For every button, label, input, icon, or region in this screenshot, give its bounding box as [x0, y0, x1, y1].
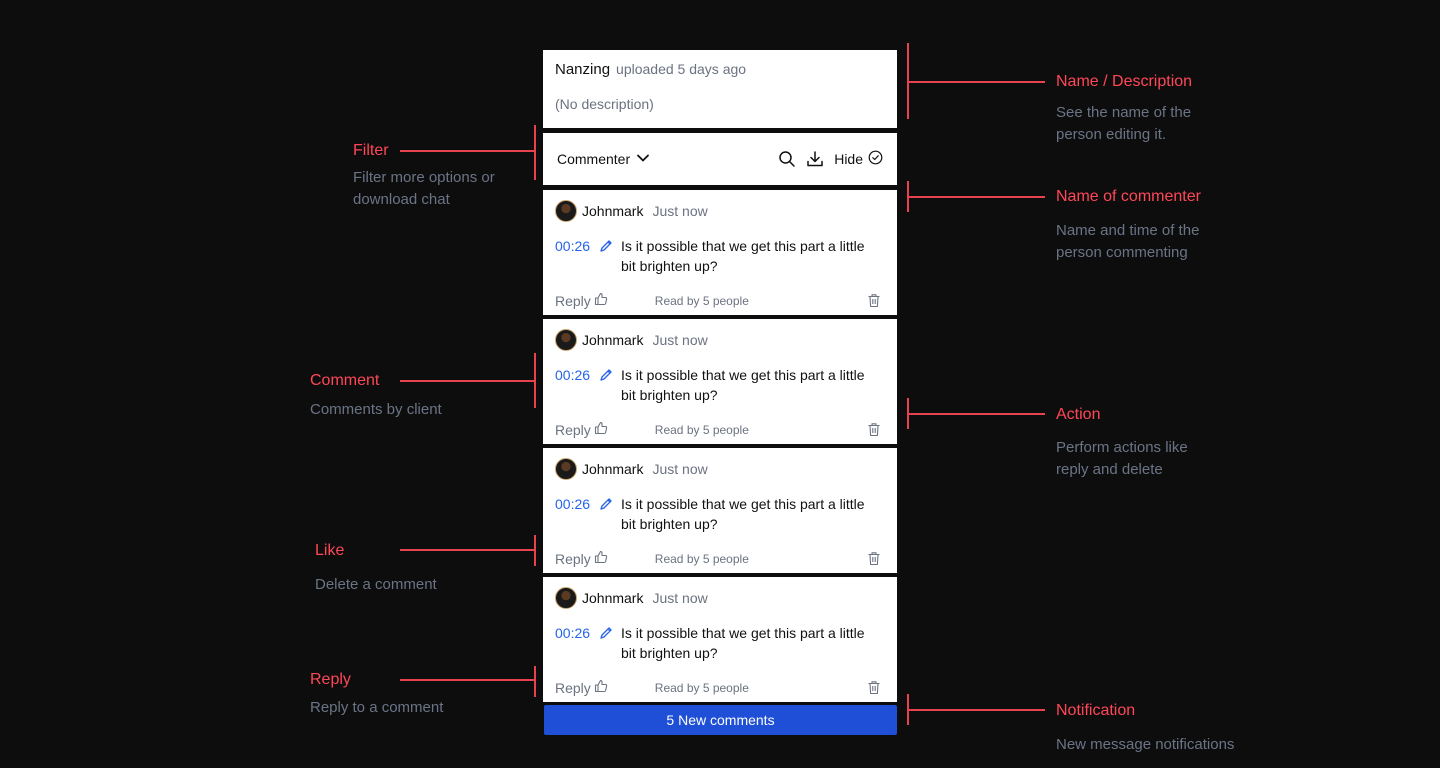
filter-bar: Commenter Hide [543, 133, 897, 185]
reply-button[interactable]: Reply [555, 292, 608, 309]
pen-icon[interactable] [599, 368, 613, 405]
annotation-comment-bracket [534, 353, 536, 408]
commenter-name: Johnmark [582, 203, 644, 219]
annotation-name-description-title: Name / Description [1056, 73, 1193, 90]
commenter-name: Johnmark [582, 590, 644, 606]
comment-time: Just now [652, 332, 708, 348]
annotation-reply-subtitle: Reply to a comment [310, 699, 444, 716]
trash-icon[interactable] [867, 293, 881, 308]
hide-label: Hide [834, 151, 863, 167]
annotation-like-connector [400, 549, 536, 551]
download-icon[interactable] [806, 150, 824, 168]
commenter-filter-label: Commenter [557, 151, 631, 167]
thumbs-up-icon[interactable] [594, 421, 608, 438]
annotation-action-subtitle: Perform actions like reply and delete [1056, 439, 1188, 478]
annotation-action-title: Action [1056, 406, 1101, 423]
trash-icon[interactable] [867, 422, 881, 437]
search-icon[interactable] [778, 150, 796, 168]
comment-timestamp-link[interactable]: 00:26 [555, 367, 595, 405]
avatar [555, 329, 577, 351]
annotation-reply-connector [400, 679, 536, 681]
annotation-commenter-title: Name of commenter [1056, 188, 1201, 205]
trash-icon[interactable] [867, 680, 881, 695]
pen-icon[interactable] [599, 626, 613, 663]
comment-text: Is it possible that we get this part a l… [621, 625, 865, 661]
annotation-name-description-connector [907, 81, 1045, 83]
hide-button[interactable]: Hide [834, 150, 883, 168]
annotation-name-description-subtitle: See the name of the person editing it. [1056, 104, 1192, 143]
thumbs-up-icon[interactable] [594, 550, 608, 567]
commenter-name: Johnmark [582, 332, 644, 348]
avatar [555, 458, 577, 480]
annotation-like-title: Like [315, 542, 345, 559]
commenter-name: Johnmark [582, 461, 644, 477]
uploader-name: Nanzing [555, 61, 611, 78]
annotation-notification-connector [907, 709, 1045, 711]
comment-card: Johnmark Just now 00:26 Is it possible t… [543, 319, 897, 444]
upload-time: uploaded 5 days ago [616, 61, 747, 77]
commenter-filter-dropdown[interactable]: Commenter [557, 151, 650, 168]
chevron-down-icon [636, 151, 650, 168]
comment-card: Johnmark Just now 00:26 Is it possible t… [543, 190, 897, 315]
new-comments-button[interactable]: 5 New comments [544, 705, 897, 735]
video-info-card: Nanzing uploaded 5 days ago (No descript… [543, 50, 897, 128]
reply-button[interactable]: Reply [555, 550, 608, 567]
comment-timestamp-link[interactable]: 00:26 [555, 496, 595, 534]
reply-label: Reply [555, 550, 591, 567]
pen-icon[interactable] [599, 239, 613, 276]
annotation-filter-subtitle: Filter more options or download chat [353, 169, 495, 208]
annotation-filter-bracket [534, 125, 536, 180]
comment-time: Just now [652, 590, 708, 606]
annotation-filter-title: Filter [353, 142, 389, 159]
thumbs-up-icon[interactable] [594, 679, 608, 696]
annotation-comment-subtitle: Comments by client [310, 401, 442, 418]
new-comments-label: 5 New comments [666, 712, 775, 728]
annotation-reply-bracket [534, 666, 536, 697]
uploader-row: Nanzing uploaded 5 days ago [555, 61, 885, 78]
avatar [555, 200, 577, 222]
reply-label: Reply [555, 292, 591, 309]
annotation-notification-subtitle: New message notifications [1056, 736, 1235, 753]
annotation-comment-connector [400, 380, 536, 382]
reply-label: Reply [555, 421, 591, 438]
annotation-like-subtitle: Delete a comment [315, 576, 437, 593]
comment-text: Is it possible that we get this part a l… [621, 496, 865, 532]
reply-label: Reply [555, 679, 591, 696]
comment-card: Johnmark Just now 00:26 Is it possible t… [543, 448, 897, 573]
comment-time: Just now [652, 461, 708, 477]
read-receipt: Read by 5 people [654, 680, 749, 695]
annotation-comment-title: Comment [310, 372, 380, 389]
comment-timestamp-link[interactable]: 00:26 [555, 238, 595, 276]
annotation-action-connector [907, 413, 1045, 415]
read-receipt: Read by 5 people [654, 551, 749, 566]
reply-button[interactable]: Reply [555, 421, 608, 438]
thumbs-up-icon[interactable] [594, 292, 608, 309]
read-receipt: Read by 5 people [654, 293, 749, 308]
annotation-filter-connector [400, 150, 536, 152]
comment-text: Is it possible that we get this part a l… [621, 238, 865, 274]
annotation-like-bracket [534, 535, 536, 566]
annotation-commenter-connector [907, 196, 1045, 198]
description: (No description) [555, 96, 654, 112]
annotation-reply-title: Reply [310, 671, 351, 688]
annotation-commenter-subtitle: Name and time of the person commenting [1056, 222, 1200, 261]
check-circle-icon [868, 150, 883, 168]
comment-timestamp-link[interactable]: 00:26 [555, 625, 595, 663]
reply-button[interactable]: Reply [555, 679, 608, 696]
read-receipt: Read by 5 people [654, 422, 749, 437]
annotation-notification-title: Notification [1056, 702, 1136, 719]
comment-card: Johnmark Just now 00:26 Is it possible t… [543, 577, 897, 702]
comment-text: Is it possible that we get this part a l… [621, 367, 865, 403]
pen-icon[interactable] [599, 497, 613, 534]
avatar [555, 587, 577, 609]
trash-icon[interactable] [867, 551, 881, 566]
comment-time: Just now [652, 203, 708, 219]
